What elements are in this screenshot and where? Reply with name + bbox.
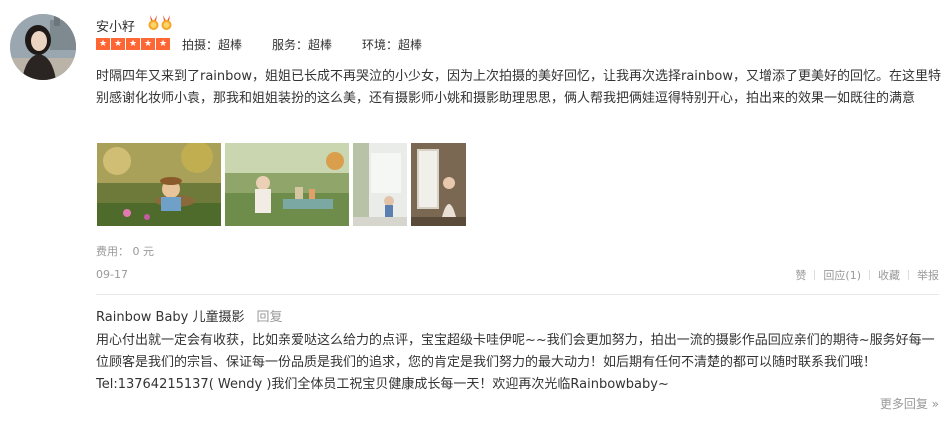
action-divider (908, 270, 909, 280)
report-button[interactable]: 举报 (917, 267, 939, 283)
review-photo[interactable] (353, 143, 407, 226)
like-button[interactable]: 赞 (795, 267, 806, 283)
username[interactable]: 安小籽 (96, 16, 135, 35)
section-divider (96, 294, 939, 295)
review-actions: 赞 回应(1) 收藏 举报 (795, 267, 939, 283)
merchant-reply-text: 用心付出就一定会有收获，比如亲爱哒这么给力的点评，宝宝超级卡哇伊呢~~我们会更加… (96, 333, 935, 392)
merchant-reply-header: Rainbow Baby 儿童摄影 回复 (96, 306, 283, 325)
review-photos (97, 143, 466, 226)
merchant-name[interactable]: Rainbow Baby 儿童摄影 (96, 310, 245, 325)
review-photo[interactable] (411, 143, 466, 226)
star-icon: ★ (156, 38, 170, 50)
medal-icon (148, 15, 159, 30)
reply-button[interactable]: 回应(1) (823, 267, 861, 283)
action-divider (814, 270, 816, 280)
star-icon: ★ (126, 38, 140, 50)
review-photo[interactable] (225, 143, 349, 226)
score-photography: 拍摄：超棒 (182, 38, 243, 52)
more-replies-link[interactable]: 更多回复 » (880, 395, 939, 412)
star-icon: ★ (141, 38, 155, 50)
star-icon: ★ (96, 38, 110, 50)
review-text: 时隔四年又来到了rainbow，姐姐已长成不再哭泣的小少女，因为上次拍摄的美好回… (96, 69, 942, 106)
star-icon: ★ (111, 38, 125, 50)
action-divider (869, 270, 870, 280)
user-badges (148, 15, 172, 31)
star-rating: ★ ★ ★ ★ ★ (96, 38, 170, 50)
score-environment: 环境：超棒 (362, 38, 423, 52)
collect-button[interactable]: 收藏 (878, 267, 900, 283)
review-date: 09-17 (96, 268, 128, 281)
reply-link[interactable]: 回复 (257, 310, 283, 325)
review-photo[interactable] (97, 143, 221, 226)
score-service: 服务：超棒 (272, 38, 333, 52)
user-avatar[interactable] (10, 14, 76, 80)
review-fee: 费用： 0 元 (96, 245, 154, 258)
medal-icon (161, 15, 172, 30)
